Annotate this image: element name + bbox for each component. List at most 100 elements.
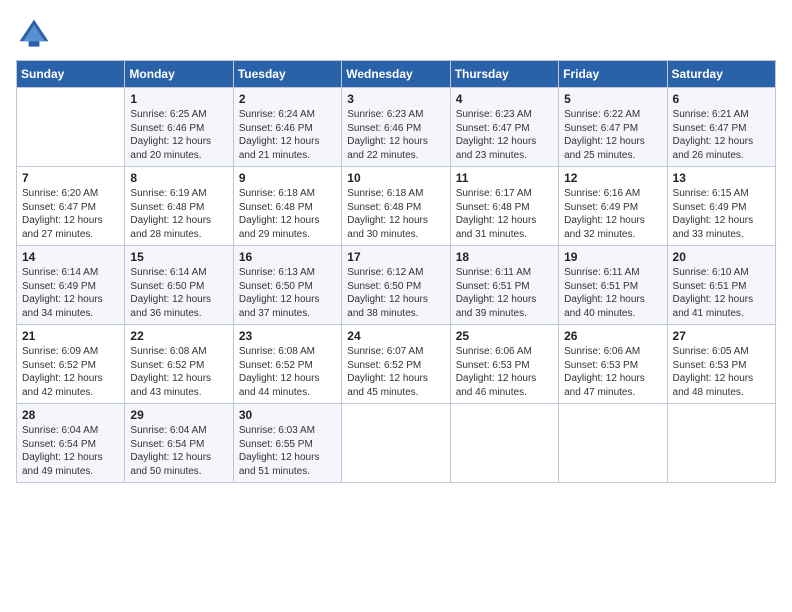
day-cell: 10 Sunrise: 6:18 AM Sunset: 6:48 PM Dayli… (342, 167, 450, 246)
day-info: Sunrise: 6:08 AM Sunset: 6:52 PM Dayligh… (130, 345, 227, 399)
day-number: 5 (564, 92, 661, 106)
week-row-2: 7 Sunrise: 6:20 AM Sunset: 6:47 PM Daylig… (17, 167, 776, 246)
day-number: 8 (130, 171, 227, 185)
day-cell: 6 Sunrise: 6:21 AM Sunset: 6:47 PM Daylig… (667, 88, 775, 167)
day-number: 22 (130, 329, 227, 343)
day-cell: 22 Sunrise: 6:08 AM Sunset: 6:52 PM Dayli… (125, 325, 233, 404)
day-info: Sunrise: 6:11 AM Sunset: 6:51 PM Dayligh… (564, 266, 661, 320)
day-cell: 1 Sunrise: 6:25 AM Sunset: 6:46 PM Daylig… (125, 88, 233, 167)
day-info: Sunrise: 6:23 AM Sunset: 6:47 PM Dayligh… (456, 108, 553, 162)
day-info: Sunrise: 6:15 AM Sunset: 6:49 PM Dayligh… (673, 187, 770, 241)
day-number: 3 (347, 92, 444, 106)
day-info: Sunrise: 6:25 AM Sunset: 6:46 PM Dayligh… (130, 108, 227, 162)
day-info: Sunrise: 6:16 AM Sunset: 6:49 PM Dayligh… (564, 187, 661, 241)
day-cell: 5 Sunrise: 6:22 AM Sunset: 6:47 PM Daylig… (559, 88, 667, 167)
day-number: 24 (347, 329, 444, 343)
day-info: Sunrise: 6:17 AM Sunset: 6:48 PM Dayligh… (456, 187, 553, 241)
day-number: 7 (22, 171, 119, 185)
day-cell: 21Sunrise: 6:09 AM Sunset: 6:52 PM Dayli… (17, 325, 125, 404)
day-number: 13 (673, 171, 770, 185)
day-info: Sunrise: 6:04 AM Sunset: 6:54 PM Dayligh… (22, 424, 119, 478)
day-number: 18 (456, 250, 553, 264)
day-number: 27 (673, 329, 770, 343)
header-friday: Friday (559, 61, 667, 88)
day-number: 26 (564, 329, 661, 343)
header-monday: Monday (125, 61, 233, 88)
day-info: Sunrise: 6:18 AM Sunset: 6:48 PM Dayligh… (347, 187, 444, 241)
day-cell: 12 Sunrise: 6:16 AM Sunset: 6:49 PM Dayli… (559, 167, 667, 246)
week-row-4: 21Sunrise: 6:09 AM Sunset: 6:52 PM Dayli… (17, 325, 776, 404)
day-cell: 13 Sunrise: 6:15 AM Sunset: 6:49 PM Dayli… (667, 167, 775, 246)
day-cell: 9 Sunrise: 6:18 AM Sunset: 6:48 PM Daylig… (233, 167, 341, 246)
week-row-5: 28 Sunrise: 6:04 AM Sunset: 6:54 PM Dayli… (17, 404, 776, 483)
day-cell: 28 Sunrise: 6:04 AM Sunset: 6:54 PM Dayli… (17, 404, 125, 483)
day-cell: 14Sunrise: 6:14 AM Sunset: 6:49 PM Dayli… (17, 246, 125, 325)
day-number: 10 (347, 171, 444, 185)
day-cell (667, 404, 775, 483)
day-cell: 4 Sunrise: 6:23 AM Sunset: 6:47 PM Daylig… (450, 88, 558, 167)
day-number: 6 (673, 92, 770, 106)
day-cell: 17Sunrise: 6:12 AM Sunset: 6:50 PM Dayli… (342, 246, 450, 325)
logo-icon (16, 16, 52, 52)
day-number: 14 (22, 250, 119, 264)
day-number: 16 (239, 250, 336, 264)
day-cell: 18 Sunrise: 6:11 AM Sunset: 6:51 PM Dayli… (450, 246, 558, 325)
day-number: 11 (456, 171, 553, 185)
header-wednesday: Wednesday (342, 61, 450, 88)
day-cell: 24 Sunrise: 6:07 AM Sunset: 6:52 PM Dayli… (342, 325, 450, 404)
day-info: Sunrise: 6:22 AM Sunset: 6:47 PM Dayligh… (564, 108, 661, 162)
calendar-table: SundayMondayTuesdayWednesdayThursdayFrid… (16, 60, 776, 483)
day-cell: 3 Sunrise: 6:23 AM Sunset: 6:46 PM Daylig… (342, 88, 450, 167)
day-info: Sunrise: 6:18 AM Sunset: 6:48 PM Dayligh… (239, 187, 336, 241)
day-info: Sunrise: 6:10 AM Sunset: 6:51 PM Dayligh… (673, 266, 770, 320)
day-info: Sunrise: 6:11 AM Sunset: 6:51 PM Dayligh… (456, 266, 553, 320)
day-cell (450, 404, 558, 483)
logo (16, 16, 56, 52)
calendar-header-row: SundayMondayTuesdayWednesdayThursdayFrid… (17, 61, 776, 88)
day-info: Sunrise: 6:09 AM Sunset: 6:52 PM Dayligh… (22, 345, 119, 399)
day-number: 17 (347, 250, 444, 264)
day-number: 12 (564, 171, 661, 185)
day-info: Sunrise: 6:21 AM Sunset: 6:47 PM Dayligh… (673, 108, 770, 162)
day-cell: 8 Sunrise: 6:19 AM Sunset: 6:48 PM Daylig… (125, 167, 233, 246)
day-info: Sunrise: 6:23 AM Sunset: 6:46 PM Dayligh… (347, 108, 444, 162)
day-cell (342, 404, 450, 483)
day-cell: 27Sunrise: 6:05 AM Sunset: 6:53 PM Dayli… (667, 325, 775, 404)
day-info: Sunrise: 6:06 AM Sunset: 6:53 PM Dayligh… (456, 345, 553, 399)
header-tuesday: Tuesday (233, 61, 341, 88)
day-info: Sunrise: 6:20 AM Sunset: 6:47 PM Dayligh… (22, 187, 119, 241)
day-cell: 7 Sunrise: 6:20 AM Sunset: 6:47 PM Daylig… (17, 167, 125, 246)
day-cell (17, 88, 125, 167)
day-cell: 16 Sunrise: 6:13 AM Sunset: 6:50 PM Dayli… (233, 246, 341, 325)
day-info: Sunrise: 6:06 AM Sunset: 6:53 PM Dayligh… (564, 345, 661, 399)
day-number: 28 (22, 408, 119, 422)
page-header (16, 16, 776, 52)
day-cell: 25 Sunrise: 6:06 AM Sunset: 6:53 PM Dayli… (450, 325, 558, 404)
header-sunday: Sunday (17, 61, 125, 88)
day-cell: 11 Sunrise: 6:17 AM Sunset: 6:48 PM Dayli… (450, 167, 558, 246)
day-info: Sunrise: 6:24 AM Sunset: 6:46 PM Dayligh… (239, 108, 336, 162)
day-number: 25 (456, 329, 553, 343)
day-number: 4 (456, 92, 553, 106)
day-info: Sunrise: 6:13 AM Sunset: 6:50 PM Dayligh… (239, 266, 336, 320)
day-cell: 29 Sunrise: 6:04 AM Sunset: 6:54 PM Dayli… (125, 404, 233, 483)
day-info: Sunrise: 6:07 AM Sunset: 6:52 PM Dayligh… (347, 345, 444, 399)
day-info: Sunrise: 6:04 AM Sunset: 6:54 PM Dayligh… (130, 424, 227, 478)
day-cell: 26 Sunrise: 6:06 AM Sunset: 6:53 PM Dayli… (559, 325, 667, 404)
day-cell (559, 404, 667, 483)
day-number: 1 (130, 92, 227, 106)
day-number: 29 (130, 408, 227, 422)
day-number: 15 (130, 250, 227, 264)
day-number: 9 (239, 171, 336, 185)
day-number: 30 (239, 408, 336, 422)
day-number: 23 (239, 329, 336, 343)
day-info: Sunrise: 6:19 AM Sunset: 6:48 PM Dayligh… (130, 187, 227, 241)
week-row-1: 1 Sunrise: 6:25 AM Sunset: 6:46 PM Daylig… (17, 88, 776, 167)
header-saturday: Saturday (667, 61, 775, 88)
day-number: 20 (673, 250, 770, 264)
day-info: Sunrise: 6:08 AM Sunset: 6:52 PM Dayligh… (239, 345, 336, 399)
day-cell: 23 Sunrise: 6:08 AM Sunset: 6:52 PM Dayli… (233, 325, 341, 404)
day-cell: 30Sunrise: 6:03 AM Sunset: 6:55 PM Dayli… (233, 404, 341, 483)
day-number: 19 (564, 250, 661, 264)
header-thursday: Thursday (450, 61, 558, 88)
